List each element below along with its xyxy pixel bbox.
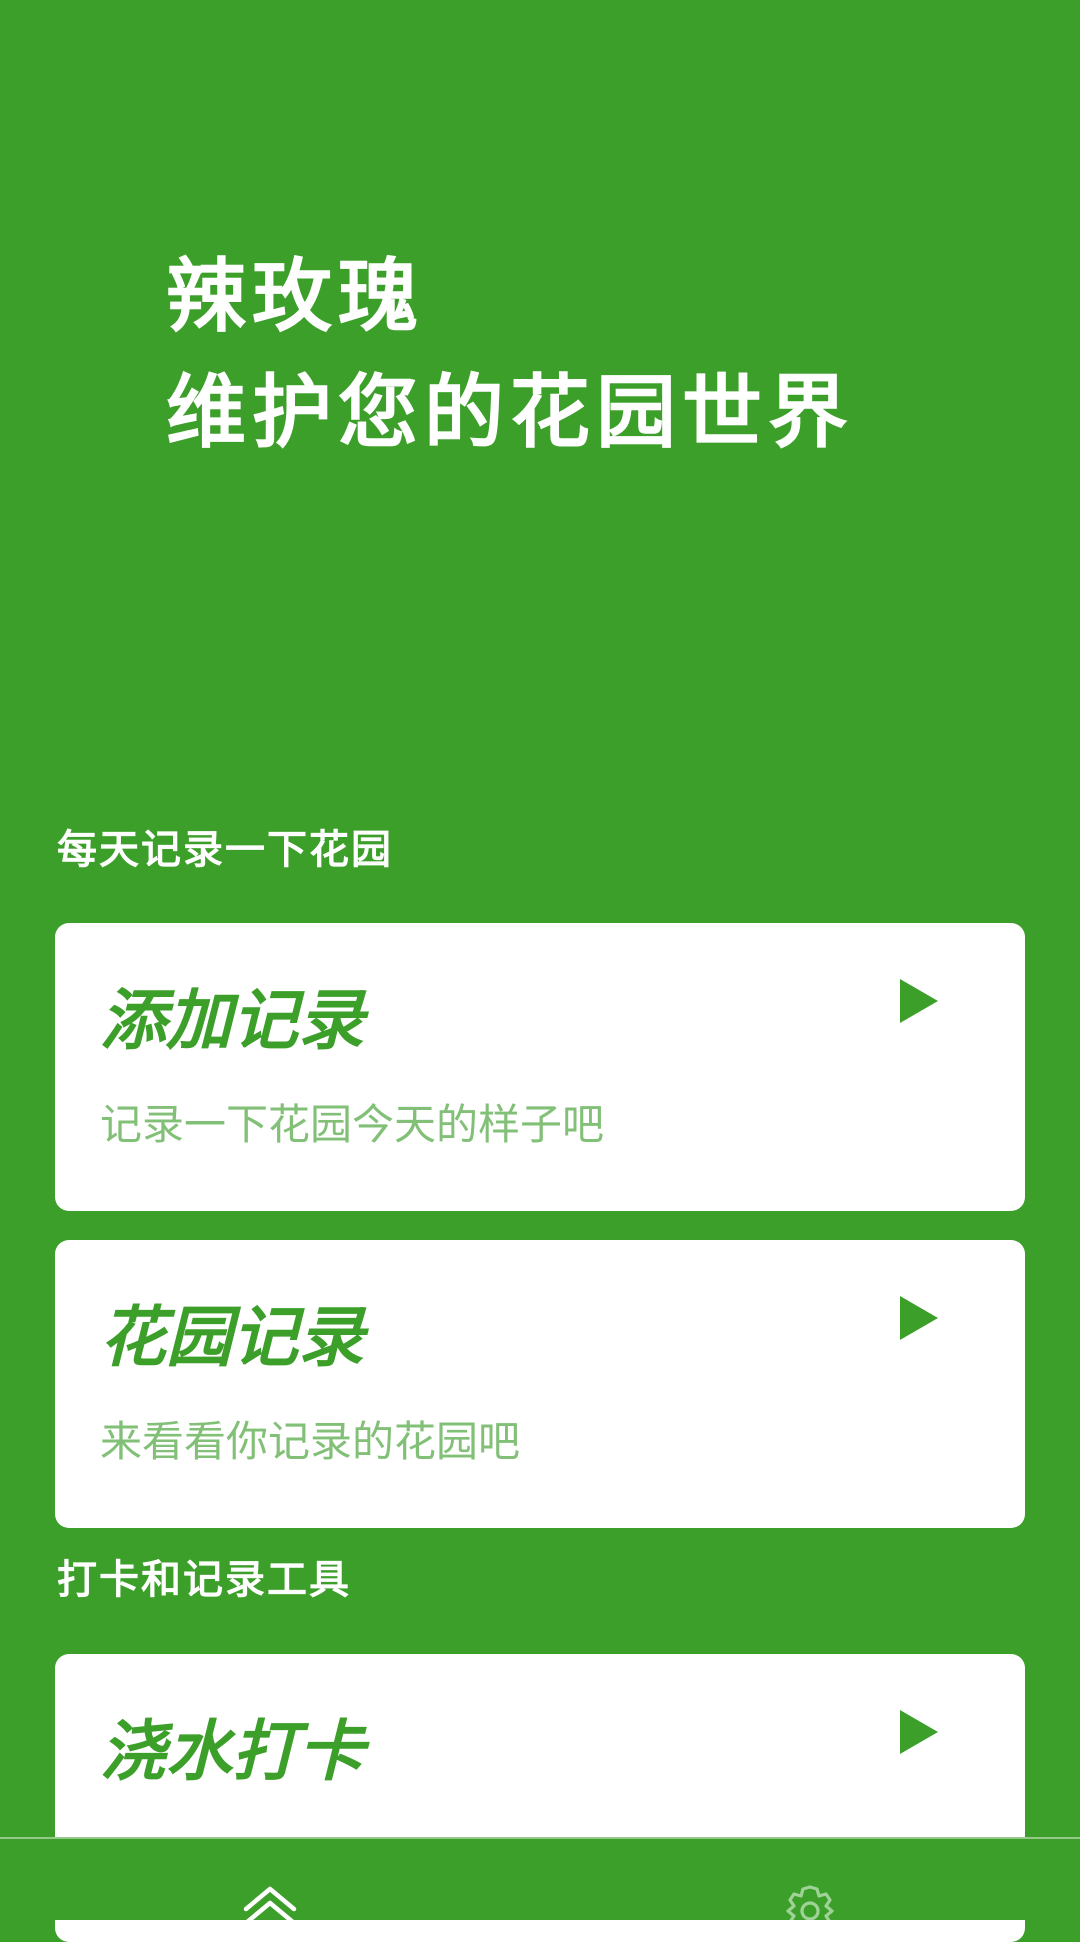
hero-header: 辣玫瑰 维护您的花园世界 — [166, 238, 986, 470]
play-icon — [900, 1710, 938, 1754]
nav-home-tab[interactable] — [0, 1839, 540, 1920]
card-subtitle: 记录一下花园今天的样子吧 — [100, 1100, 605, 1149]
card-title: 浇水打卡 — [100, 1713, 364, 1790]
card-title: 添加记录 — [100, 982, 364, 1059]
card-title: 花园记录 — [100, 1299, 364, 1376]
nav-settings-tab[interactable] — [540, 1839, 1080, 1920]
add-record-card[interactable]: 添加记录 记录一下花园今天的样子吧 — [55, 923, 1025, 1211]
section-title-tools: 打卡和记录工具 — [57, 1556, 351, 1603]
app-title: 辣玫瑰 — [166, 249, 424, 343]
card-subtitle: 来看看你记录的花园吧 — [100, 1417, 521, 1466]
app-tagline: 维护您的花园世界 — [166, 365, 854, 459]
garden-records-card[interactable]: 花园记录 来看看你记录的花园吧 — [55, 1240, 1025, 1528]
section-title-daily: 每天记录一下花园 — [57, 826, 393, 873]
bottom-navigation — [0, 1837, 1080, 1920]
play-icon — [900, 979, 938, 1023]
gear-icon — [786, 1885, 834, 1920]
chevron-up-icon — [243, 1886, 297, 1920]
play-icon — [900, 1296, 938, 1340]
